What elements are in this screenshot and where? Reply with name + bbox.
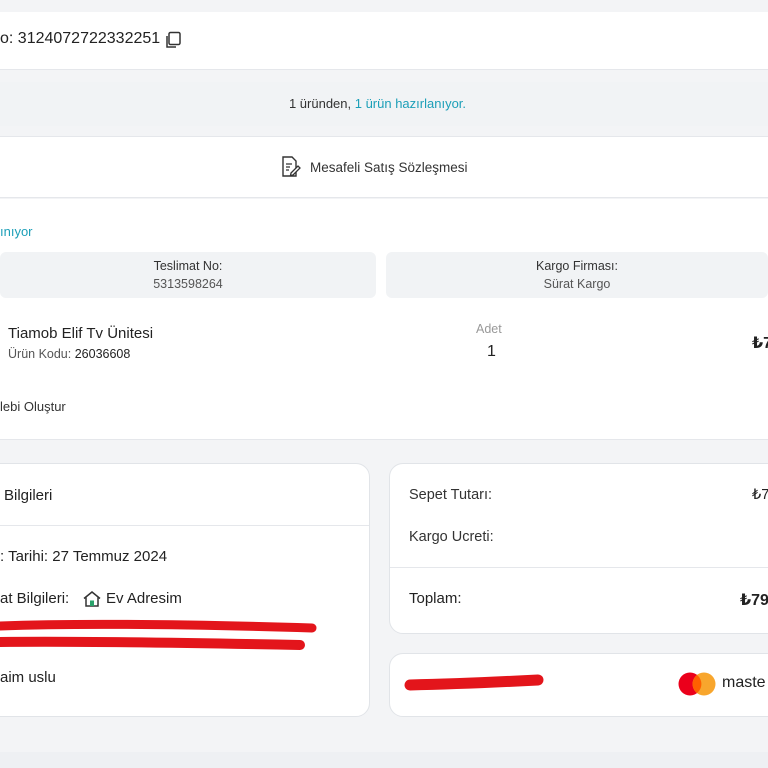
create-return-request-link[interactable]: lebi Oluştur xyxy=(0,399,66,414)
delivery-number-value: 5313598264 xyxy=(153,277,223,291)
card-brand-label: maste xyxy=(722,674,766,691)
basket-total-label: Sepet Tutarı: xyxy=(409,487,493,503)
product-price: ₺7 xyxy=(752,335,768,352)
order-number: o: 3124072722332251 xyxy=(0,30,161,47)
shipment-panel xyxy=(0,199,768,440)
house-icon xyxy=(83,591,101,607)
recipient-name: aim uslu xyxy=(0,669,56,686)
divider xyxy=(0,525,369,526)
order-date: : Tarihi: 27 Temmuz 2024 xyxy=(0,548,168,565)
shipment-status: ınıyor xyxy=(0,224,33,239)
carrier-box: Kargo Firması: Sürat Kargo xyxy=(386,252,768,298)
copy-icon[interactable] xyxy=(164,31,182,49)
mastercard-icon xyxy=(678,672,716,696)
carrier-label: Kargo Firması: xyxy=(536,259,618,273)
shipping-fee-label: Kargo Ucreti: xyxy=(409,529,494,545)
product-code-label: Ürün Kodu: xyxy=(8,347,75,361)
item-status-text: 1 üründen, 1 ürün hazırlanıyor. xyxy=(0,96,755,111)
basket-total-value: ₺7 xyxy=(752,487,768,503)
delivery-number-box: Teslimat No: 5313598264 xyxy=(0,252,376,298)
distance-sales-contract-link[interactable]: Mesafeli Satış Sözleşmesi xyxy=(310,160,468,175)
preparing-count-link[interactable]: 1 ürün hazırlanıyor. xyxy=(355,96,466,111)
delivery-address-name: Ev Adresim xyxy=(106,590,182,607)
carrier-value: Sürat Kargo xyxy=(543,277,611,291)
divider xyxy=(390,567,768,568)
product-code-value: 26036608 xyxy=(74,347,131,361)
item-count-prefix: 1 üründen, xyxy=(288,96,355,111)
grand-total-label: Toplam: xyxy=(409,590,462,607)
order-info-title: Bilgileri xyxy=(4,487,53,504)
grand-total-value: ₺79 xyxy=(740,592,768,609)
quantity-label: Adet xyxy=(476,322,502,336)
product-code: Ürün Kodu: 26036608 xyxy=(8,347,130,361)
delivery-info-label: at Bilgileri: xyxy=(0,590,70,607)
product-name[interactable]: Tiamob Elif Tv Ünitesi xyxy=(8,325,153,342)
quantity-value: 1 xyxy=(487,343,496,360)
document-edit-icon xyxy=(282,156,301,177)
delivery-number-label: Teslimat No: xyxy=(153,259,223,273)
page-footer-strip xyxy=(0,752,768,768)
